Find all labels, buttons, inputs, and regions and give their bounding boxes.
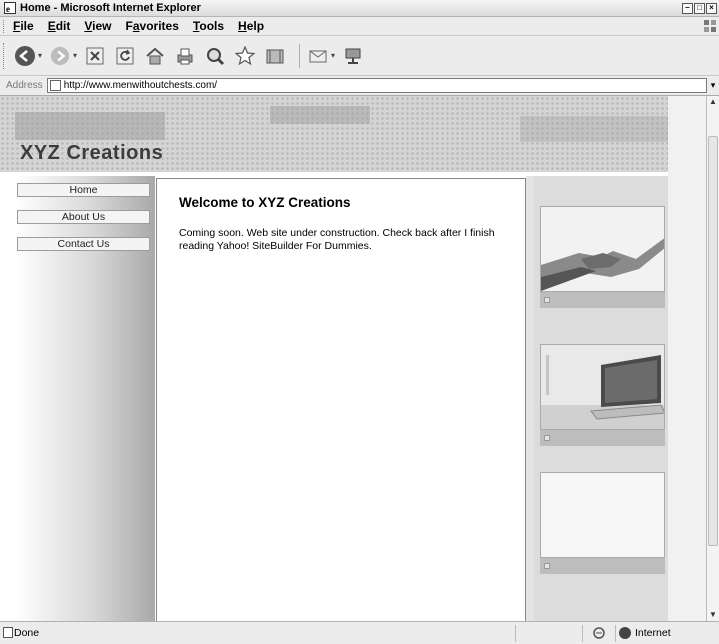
close-button[interactable]: × bbox=[706, 2, 717, 14]
mail-icon bbox=[309, 50, 327, 62]
forward-arrow-icon bbox=[50, 46, 70, 65]
back-arrow-icon bbox=[15, 45, 35, 66]
page-done-icon bbox=[3, 627, 13, 638]
home-icon bbox=[146, 47, 164, 64]
laptop-image bbox=[540, 344, 665, 430]
nav-contact-button[interactable]: Contact Us bbox=[17, 237, 150, 251]
menubar-grip[interactable] bbox=[3, 19, 7, 33]
menu-view[interactable]: View bbox=[84, 19, 111, 33]
forward-dropdown[interactable]: ▾ bbox=[73, 51, 77, 60]
print-button[interactable] bbox=[173, 44, 197, 68]
ie-page-icon: e bbox=[4, 2, 16, 14]
menu-bar: File Edit View Favorites Tools Help bbox=[0, 17, 719, 36]
refresh-icon bbox=[116, 47, 134, 64]
mail-dropdown[interactable]: ▾ bbox=[331, 51, 335, 60]
stop-icon bbox=[86, 47, 104, 64]
mail-button[interactable] bbox=[306, 44, 330, 68]
nav-about-button[interactable]: About Us bbox=[17, 210, 150, 224]
minimize-button[interactable]: – bbox=[682, 2, 693, 14]
nav-home-button[interactable]: Home bbox=[17, 183, 150, 197]
windows-logo-icon bbox=[704, 20, 716, 32]
printer-icon bbox=[177, 48, 193, 64]
page-viewport: XYZ Creations Home About Us Contact Us W… bbox=[0, 96, 706, 621]
security-zone: Internet bbox=[619, 627, 719, 639]
toolbar-separator bbox=[299, 43, 301, 68]
forward-button[interactable] bbox=[48, 44, 72, 68]
menu-favorites[interactable]: Favorites bbox=[126, 19, 179, 33]
welcome-text: Coming soon. Web site under construction… bbox=[179, 227, 495, 252]
vertical-scrollbar[interactable]: ▲ ▼ bbox=[706, 96, 719, 621]
star-icon bbox=[235, 45, 256, 65]
address-url: http://www.menwithoutchests.com/ bbox=[63, 80, 218, 91]
internet-globe-icon bbox=[619, 627, 631, 639]
media-button[interactable] bbox=[263, 44, 287, 68]
address-field[interactable]: http://www.menwithoutchests.com/ bbox=[46, 78, 707, 93]
network-computer-icon bbox=[345, 48, 361, 64]
maximize-button[interactable]: □ bbox=[694, 2, 705, 14]
laptop-caption-bar bbox=[540, 430, 665, 446]
status-bar: Done Internet bbox=[0, 621, 719, 644]
svg-text:e: e bbox=[6, 4, 10, 14]
zone-label: Internet bbox=[635, 627, 671, 639]
welcome-heading: Welcome to XYZ Creations bbox=[179, 195, 351, 210]
placeholder-caption-bar bbox=[540, 558, 665, 574]
standard-toolbar: ▾ ▾ ▾ bbox=[0, 36, 719, 76]
media-icon bbox=[266, 49, 284, 63]
empty-image-placeholder bbox=[540, 472, 665, 558]
scroll-up-arrow[interactable]: ▲ bbox=[707, 96, 719, 108]
site-header: XYZ Creations bbox=[0, 96, 706, 172]
refresh-button[interactable] bbox=[113, 44, 137, 68]
address-label: Address bbox=[6, 80, 43, 91]
address-dropdown[interactable]: ▾ bbox=[707, 78, 719, 93]
search-button[interactable] bbox=[203, 44, 227, 68]
handshake-image bbox=[540, 206, 665, 292]
toolbar-grip[interactable] bbox=[3, 42, 7, 69]
handshake-caption-bar bbox=[540, 292, 665, 308]
stop-button[interactable] bbox=[83, 44, 107, 68]
search-icon bbox=[207, 47, 225, 65]
page-icon bbox=[49, 80, 61, 91]
main-content: Welcome to XYZ Creations Coming soon. We… bbox=[156, 178, 526, 621]
window-titlebar: e Home - Microsoft Internet Explorer – □… bbox=[0, 0, 719, 17]
address-bar: Address http://www.menwithoutchests.com/… bbox=[0, 76, 719, 96]
scroll-thumb[interactable] bbox=[708, 136, 718, 546]
left-sidebar: Home About Us Contact Us bbox=[15, 176, 155, 621]
back-button[interactable] bbox=[13, 44, 37, 68]
menu-file[interactable]: File bbox=[13, 19, 34, 33]
privacy-icon bbox=[593, 627, 605, 639]
menu-edit[interactable]: Edit bbox=[48, 19, 71, 33]
menu-tools[interactable]: Tools bbox=[193, 19, 224, 33]
scroll-down-arrow[interactable]: ▼ bbox=[707, 609, 719, 621]
status-text: Done bbox=[14, 627, 40, 639]
site-title: XYZ Creations bbox=[20, 142, 164, 164]
back-dropdown[interactable]: ▾ bbox=[38, 51, 42, 60]
messenger-button[interactable] bbox=[341, 44, 365, 68]
menu-help[interactable]: Help bbox=[238, 19, 264, 33]
home-button[interactable] bbox=[143, 44, 167, 68]
favorites-button[interactable] bbox=[233, 44, 257, 68]
window-title: Home - Microsoft Internet Explorer bbox=[20, 2, 201, 14]
right-sidebar bbox=[534, 176, 668, 621]
